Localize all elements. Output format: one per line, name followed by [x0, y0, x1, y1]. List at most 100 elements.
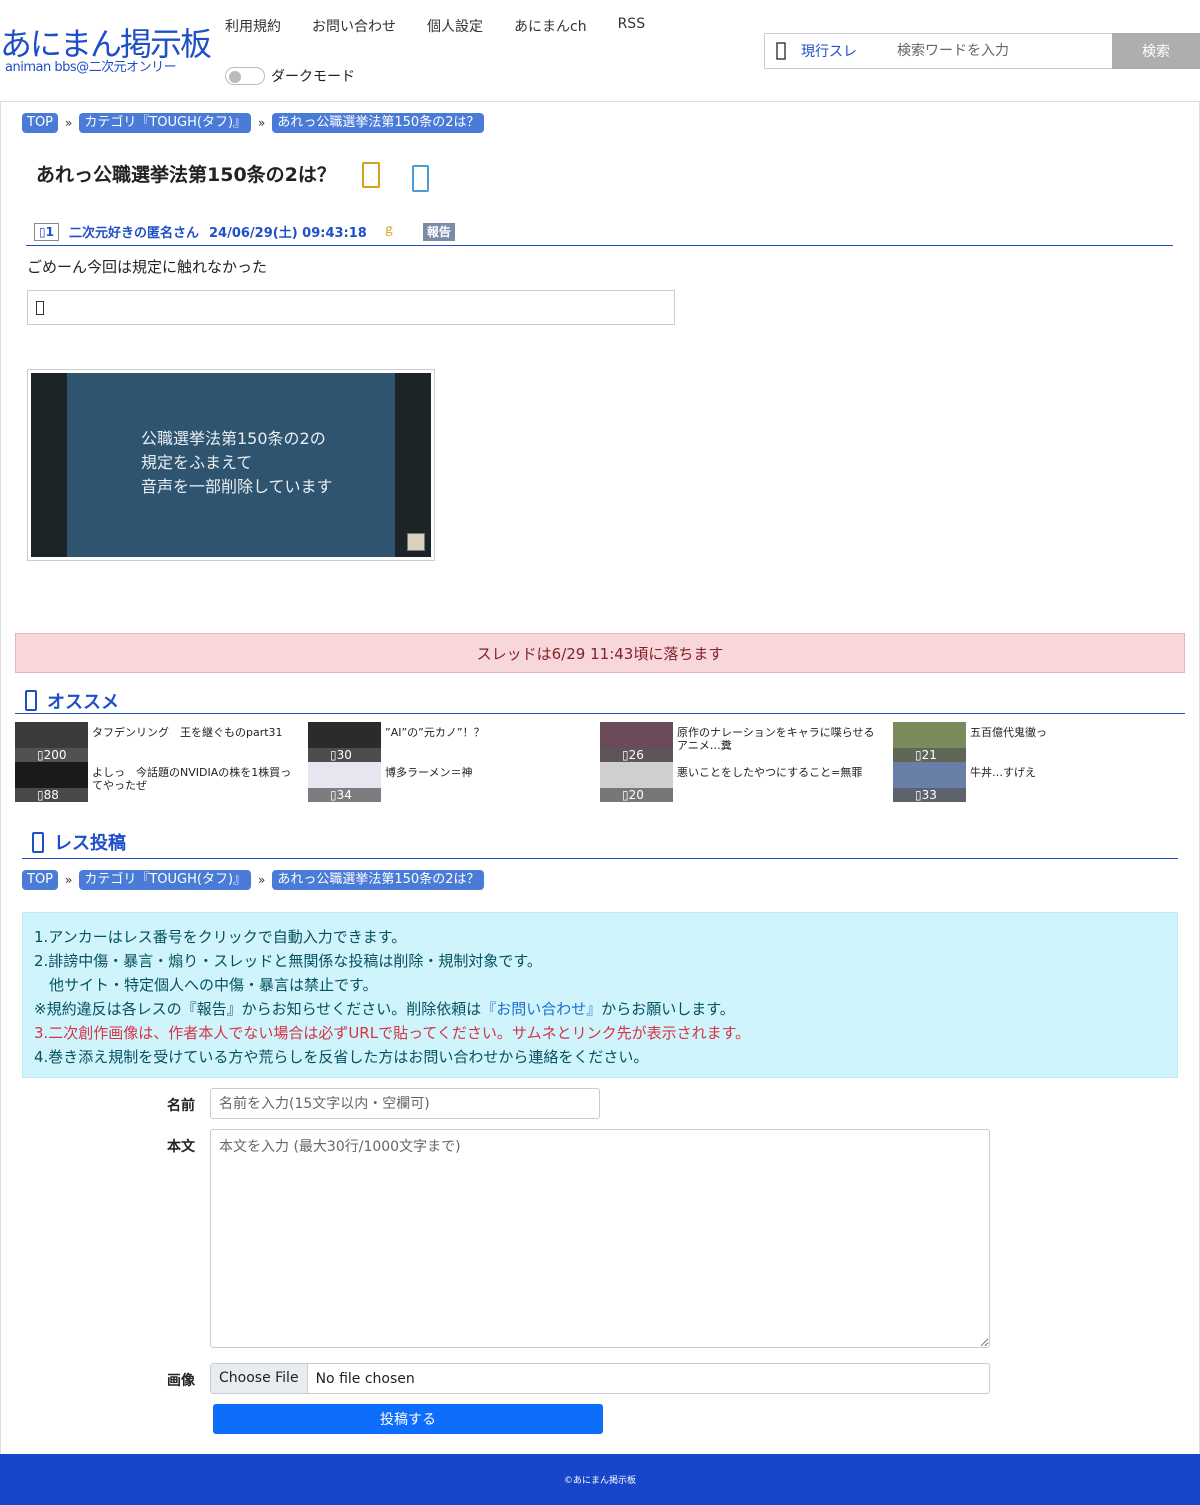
post-body: ごめーん今回は規定に触れなかった — [27, 258, 268, 276]
recommend-thumb: ▯30 — [308, 722, 381, 762]
poster-id-mark: ｇ — [382, 222, 395, 236]
breadcrumb-separator: » — [258, 873, 266, 887]
choose-file-button[interactable]: Choose File — [211, 1364, 308, 1393]
recommend-title-text: 原作のナレーションをキャラに喋らせるアニメ…糞 — [677, 726, 875, 752]
recommend-thumb: ▯200 — [15, 722, 88, 762]
logo-title: あにまん掲示板 — [0, 25, 212, 63]
breadcrumb-thread[interactable]: あれっ公職選挙法第150条の2は？ — [272, 113, 485, 133]
breadcrumb-top[interactable]: TOP — [22, 870, 59, 890]
res-count: ▯200 — [15, 748, 88, 762]
res-count: ▯88 — [15, 788, 88, 802]
breadcrumb-category[interactable]: カテゴリ『TOUGH(タフ)』 — [79, 870, 252, 890]
res-count: ▯33 — [893, 788, 966, 802]
nav-animanch[interactable]: あにまんch — [514, 16, 587, 36]
rule-line: ※規約違反は各レスの『報告』からお知らせください。削除依頼は『お問い合わせ』から… — [34, 1000, 735, 1018]
recommend-title-text: 牛丼…すげえ — [970, 766, 1036, 779]
rule-line: 他サイト・特定個人への中傷・暴言は禁止です。 — [34, 976, 378, 994]
rule-line: 2.誹謗中傷・暴言・煽り・スレッドと無関係な投稿は削除・規制対象です。 — [34, 952, 542, 970]
res-count: ▯26 — [600, 748, 673, 762]
name-label: 名前 — [167, 1098, 195, 1114]
recommend-title-text: よしっ 今話題のNVIDIAの株を1株買ってやったぜ — [92, 766, 292, 792]
recommend-thumb: ▯34 — [308, 762, 381, 802]
nav-terms[interactable]: 利用規約 — [225, 16, 281, 36]
logo-subtitle: animan bbs@二次元オンリー — [5, 60, 177, 75]
nav-settings[interactable]: 個人設定 — [427, 16, 483, 36]
recommend-item[interactable]: ▯21 五百億代鬼徹っ — [893, 722, 1178, 762]
rule-line: 1.アンカーはレス番号をクリックで自動入力できます。 — [34, 928, 407, 946]
recommend-item[interactable]: ▯88 よしっ 今話題のNVIDIAの株を1株買ってやったぜ — [15, 762, 300, 802]
favorite-icon[interactable] — [362, 162, 380, 188]
res-count: ▯20 — [600, 788, 673, 802]
reply-icon — [32, 831, 44, 853]
search-bar: 現行スレ 検索 — [764, 33, 1200, 69]
embed-icon — [36, 300, 44, 315]
body-textarea[interactable] — [210, 1129, 990, 1348]
recommend-thumb: ▯88 — [15, 762, 88, 802]
nav-contact[interactable]: お問い合わせ — [312, 16, 396, 36]
post-image[interactable]: 公職選挙法第150条の2の 規定をふまえて 音声を一部削除しています — [27, 369, 435, 561]
breadcrumb-bottom: TOP » カテゴリ『TOUGH(タフ)』 » あれっ公職選挙法第150条の2は… — [22, 870, 485, 890]
recommend-item[interactable]: ▯30 ”AI”の”元カノ”！？ — [308, 722, 593, 762]
post-embed[interactable] — [27, 290, 675, 325]
thread-title: あれっ公職選挙法第150条の2は？ — [36, 164, 336, 186]
res-count: ▯30 — [308, 748, 381, 762]
poster-name: 二次元好きの匿名さん — [68, 226, 199, 241]
post-header: ▯1 二次元好きの匿名さん 24/06/29(土) 09:43:18 ｇ 報告 — [26, 218, 1173, 246]
recommend-title-text: ”AI”の”元カノ”！？ — [385, 726, 485, 739]
recommend-thumb: ▯21 — [893, 722, 966, 762]
search-scope-select[interactable]: 現行スレ — [801, 41, 891, 61]
body-label: 本文 — [167, 1139, 195, 1155]
search-input[interactable] — [897, 34, 1109, 68]
breadcrumb-separator: » — [258, 116, 266, 130]
breadcrumb: TOP » カテゴリ『TOUGH(タフ)』 » あれっ公職選挙法第150条の2は… — [22, 113, 485, 133]
bookmark-icon[interactable] — [412, 165, 429, 192]
breadcrumb-top[interactable]: TOP — [22, 113, 59, 133]
search-button[interactable]: 検索 — [1112, 33, 1200, 69]
breadcrumb-separator: » — [65, 116, 73, 130]
res-number[interactable]: ▯1 — [34, 222, 59, 241]
recommend-title-text: 五百億代鬼徹っ — [970, 726, 1047, 739]
image-file-input[interactable]: Choose File No file chosen — [210, 1363, 990, 1394]
post-image-caption: 公職選挙法第150条の2の 規定をふまえて 音声を一部削除しています — [141, 429, 333, 496]
reply-header: レス投稿 — [22, 826, 1178, 859]
recommend-item[interactable]: ▯33 牛丼…すげえ — [893, 762, 1178, 802]
top-nav: 利用規約 お問い合わせ 個人設定 あにまんch RSS — [210, 16, 661, 36]
post-image-avatar — [407, 533, 425, 551]
res-count: ▯34 — [308, 788, 381, 802]
report-button[interactable]: 報告 — [422, 222, 455, 241]
site-logo[interactable]: あにまん掲示板 animan bbs@二次元オンリー — [0, 25, 212, 75]
recommend-thumb: ▯20 — [600, 762, 673, 802]
recommend-title-text: 博多ラーメン＝神 — [385, 766, 473, 779]
dark-mode-switch[interactable] — [225, 67, 265, 85]
file-status: No file chosen — [315, 1370, 415, 1387]
thread-fall-notice: スレッドは6/29 11:43頃に落ちます — [15, 633, 1185, 673]
breadcrumb-separator: » — [65, 873, 73, 887]
dark-mode-label: ダークモード — [271, 69, 355, 85]
breadcrumb-category[interactable]: カテゴリ『TOUGH(タフ)』 — [79, 113, 252, 133]
name-input[interactable] — [210, 1088, 600, 1119]
switch-knob — [229, 71, 241, 83]
submit-button[interactable]: 投稿する — [213, 1404, 603, 1434]
dark-mode-toggle[interactable]: ダークモード — [225, 66, 355, 86]
post-image-frame: 公職選挙法第150条の2の 規定をふまえて 音声を一部削除しています — [31, 373, 431, 557]
recommend-list: ▯200 タフデンリング 王を継ぐものpart31 ▯30 ”AI”の”元カノ”… — [15, 722, 1185, 804]
recommend-title: オススメ — [47, 691, 119, 713]
recommend-header: オススメ — [15, 688, 1185, 714]
recommend-thumb: ▯26 — [600, 722, 673, 762]
post-date: 24/06/29(土) 09:43:18 — [208, 226, 367, 241]
posting-rules: 1.アンカーはレス番号をクリックで自動入力できます。 2.誹謗中傷・暴言・煽り・… — [22, 912, 1178, 1078]
recommend-item[interactable]: ▯20 悪いことをしたやつにすること=無罪 — [600, 762, 885, 802]
recommend-item[interactable]: ▯34 博多ラーメン＝神 — [308, 762, 593, 802]
nav-rss[interactable]: RSS — [618, 16, 646, 36]
res-count: ▯21 — [893, 748, 966, 762]
recommend-title-text: 悪いことをしたやつにすること=無罪 — [677, 766, 863, 779]
reply-title: レス投稿 — [54, 833, 126, 854]
rule-line: 4.巻き添え規制を受けている方や荒らしを反省した方はお問い合わせから連絡をくださ… — [34, 1048, 649, 1066]
recommend-icon — [25, 690, 37, 711]
recommend-thumb: ▯33 — [893, 762, 966, 802]
breadcrumb-thread[interactable]: あれっ公職選挙法第150条の2は？ — [272, 870, 485, 890]
recommend-item[interactable]: ▯200 タフデンリング 王を継ぐものpart31 — [15, 722, 300, 762]
recommend-item[interactable]: ▯26 原作のナレーションをキャラに喋らせるアニメ…糞 — [600, 722, 885, 762]
contact-link[interactable]: 『お問い合わせ』 — [481, 1000, 601, 1018]
footer: ©あにまん掲示板 — [0, 1454, 1200, 1505]
